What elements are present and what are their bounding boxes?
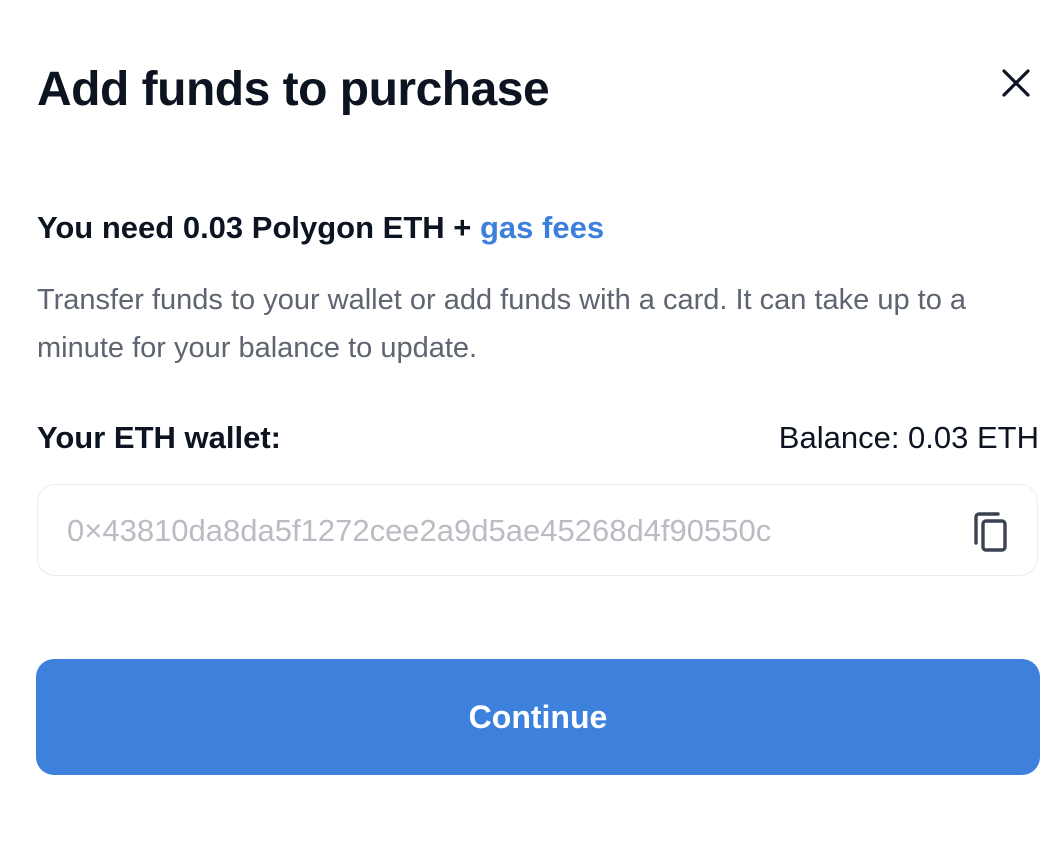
copy-address-button[interactable] — [969, 509, 1011, 555]
gas-fees-link[interactable]: gas fees — [480, 210, 604, 245]
funds-required-prefix: You need 0.03 Polygon ETH + — [37, 210, 480, 245]
wallet-address[interactable]: 0×43810da8da5f1272cee2a9d5ae45268d4f9055… — [67, 511, 771, 551]
funds-required-text: You need 0.03 Polygon ETH + gas fees — [37, 208, 604, 248]
wallet-address-field[interactable]: 0×43810da8da5f1272cee2a9d5ae45268d4f9055… — [37, 484, 1038, 576]
continue-button[interactable]: Continue — [36, 659, 1040, 775]
close-icon — [1002, 69, 1030, 97]
add-funds-modal: Add funds to purchase You need 0.03 Poly… — [0, 0, 1064, 846]
copy-icon — [974, 512, 1007, 552]
modal-title: Add funds to purchase — [37, 63, 550, 116]
wallet-balance: Balance: 0.03 ETH — [778, 420, 1039, 455]
close-button[interactable] — [996, 63, 1036, 103]
transfer-description: Transfer funds to your wallet or add fun… — [37, 284, 967, 364]
wallet-label: Your ETH wallet: — [37, 420, 282, 455]
